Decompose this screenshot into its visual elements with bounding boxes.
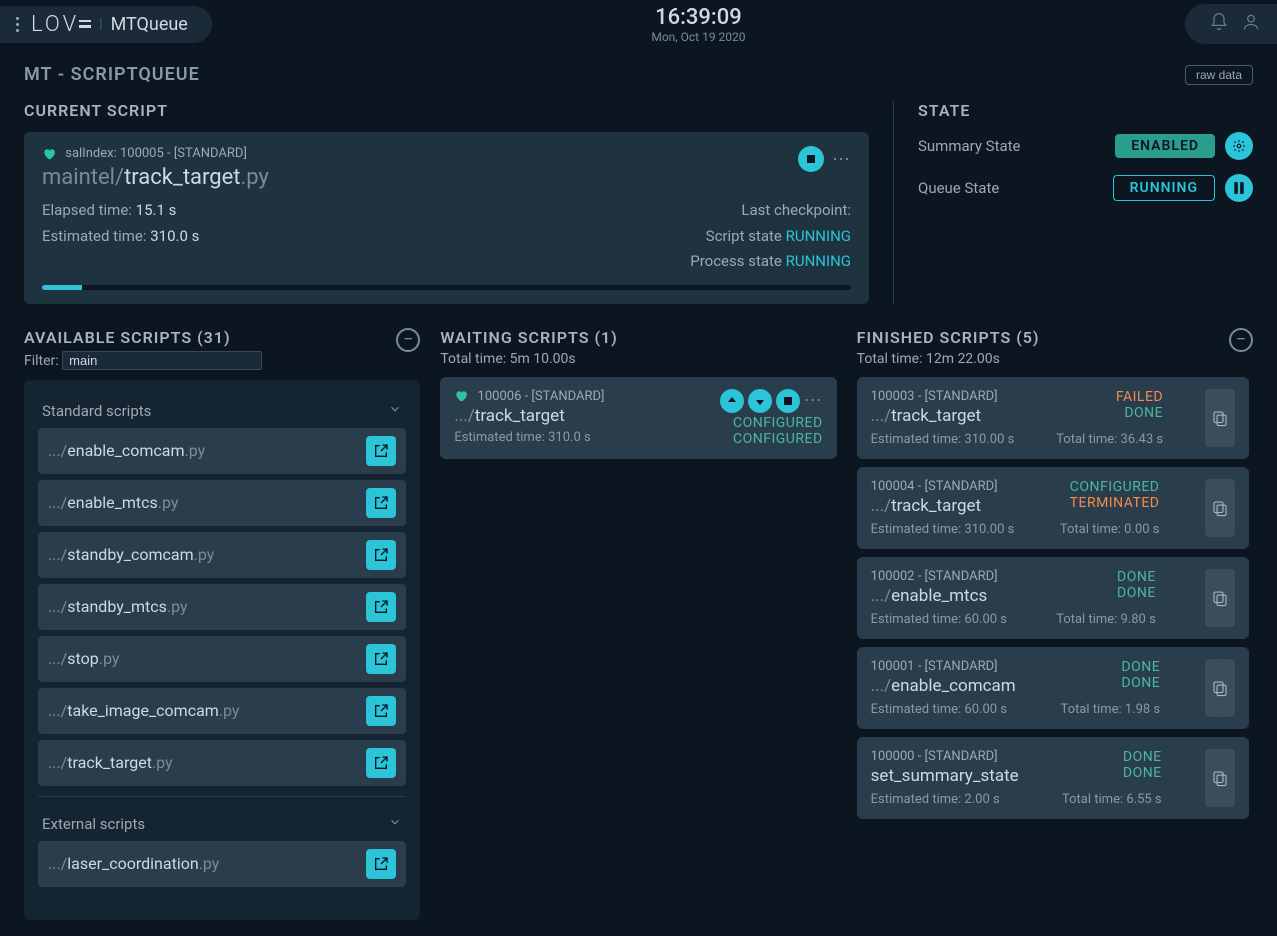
status-badge: DONE: [1056, 585, 1156, 601]
collapse-button[interactable]: −: [1229, 328, 1253, 352]
stop-button[interactable]: [776, 389, 800, 413]
topbar-right: [1185, 4, 1277, 44]
status-badge: DONE: [1062, 765, 1162, 781]
status-badge: CONFIGURED: [1060, 479, 1160, 495]
chevron-down-icon: [388, 402, 402, 420]
progress-bar: [42, 285, 851, 290]
collapse-button[interactable]: −: [396, 328, 420, 352]
bell-icon[interactable]: [1209, 12, 1229, 36]
script-row: .../take_image_comcam.py: [38, 688, 406, 734]
more-menu-icon[interactable]: ⋯: [804, 390, 823, 411]
last-checkpoint: Last checkpoint:: [690, 198, 851, 224]
clock: 16:39:09 Mon, Oct 19 2020: [651, 5, 745, 44]
status-badge: DONE: [1061, 659, 1161, 675]
state-title: STATE: [918, 101, 1253, 120]
requeue-button[interactable]: [1205, 479, 1235, 537]
elapsed-time: Elapsed time: 15.1 s: [42, 198, 199, 224]
queue-state-badge: RUNNING: [1113, 175, 1215, 201]
launch-button[interactable]: [366, 540, 396, 570]
raw-data-button[interactable]: raw data: [1185, 65, 1253, 85]
heart-icon: [42, 147, 56, 161]
script-row: .../laser_coordination.py: [38, 841, 406, 887]
product-name: MTQueue: [111, 14, 188, 35]
waiting-scripts-panel: WAITING SCRIPTS (1) Total time: 5m 10.00…: [440, 328, 836, 920]
logo-separator: |: [99, 16, 102, 32]
status-badge: TERMINATED: [1060, 495, 1160, 511]
launch-button[interactable]: [366, 696, 396, 726]
requeue-button[interactable]: [1205, 389, 1235, 447]
waiting-card: 100006 - [STANDARD] .../track_target Est…: [440, 377, 836, 459]
script-row: .../enable_comcam.py: [38, 428, 406, 474]
move-down-button[interactable]: [748, 389, 772, 413]
move-up-button[interactable]: [720, 389, 744, 413]
finished-scripts-panel: FINISHED SCRIPTS (5) Total time: 12m 22.…: [857, 328, 1253, 920]
gear-icon[interactable]: [1225, 132, 1253, 160]
script-row: .../stop.py: [38, 636, 406, 682]
script-row: .../track_target.py: [38, 740, 406, 786]
state-panel: STATE Summary State ENABLED Queue State …: [893, 101, 1253, 304]
process-state: Process state RUNNING: [690, 249, 851, 275]
waiting-total: Total time: 5m 10.00s: [440, 351, 617, 367]
requeue-button[interactable]: [1205, 569, 1235, 627]
current-script-panel: CURRENT SCRIPT salIndex: 100005 - [STAND…: [24, 101, 869, 304]
clock-date: Mon, Oct 19 2020: [651, 30, 745, 44]
launch-button[interactable]: [366, 849, 396, 879]
status-badge: DONE: [1056, 569, 1156, 585]
logo: LOV: [31, 12, 91, 37]
topbar: LOV | MTQueue 16:39:09 Mon, Oct 19 2020: [0, 0, 1277, 48]
page-title: MT - SCRIPTQUEUE: [24, 64, 200, 85]
launch-button[interactable]: [366, 592, 396, 622]
script-row: .../standby_comcam.py: [38, 532, 406, 578]
page-header: MT - SCRIPTQUEUE raw data: [24, 64, 1253, 85]
requeue-button[interactable]: [1205, 659, 1235, 717]
status-badge: DONE: [1062, 749, 1162, 765]
launch-button[interactable]: [366, 644, 396, 674]
script-row: .../standby_mtcs.py: [38, 584, 406, 630]
status-badge: FAILED: [1056, 389, 1163, 405]
finished-card: 100003 - [STANDARD] .../track_target Est…: [857, 377, 1249, 459]
topbar-left: LOV | MTQueue: [0, 6, 212, 43]
filter-row: Filter:: [24, 351, 262, 370]
current-script-name: maintel/track_target.py: [42, 165, 269, 190]
status-badge: CONFIGURED: [720, 415, 823, 431]
menu-dots-icon[interactable]: [16, 17, 19, 32]
finished-title: FINISHED SCRIPTS (5): [857, 328, 1040, 347]
stop-button[interactable]: [798, 146, 824, 172]
waiting-title: WAITING SCRIPTS (1): [440, 328, 617, 347]
available-scripts-panel: AVAILABLE SCRIPTS (31) Filter: − Standar…: [24, 328, 420, 920]
current-script-card: salIndex: 100005 - [STANDARD] maintel/tr…: [24, 132, 869, 304]
current-meta: salIndex: 100005 - [STANDARD]: [42, 146, 269, 161]
requeue-button[interactable]: [1205, 749, 1235, 807]
more-menu-icon[interactable]: ⋯: [832, 149, 851, 170]
filter-input[interactable]: [62, 351, 262, 370]
finished-card: 100002 - [STANDARD] .../enable_mtcs Esti…: [857, 557, 1249, 639]
launch-button[interactable]: [366, 748, 396, 778]
finished-card: 100004 - [STANDARD] .../track_target Est…: [857, 467, 1249, 549]
standard-scripts-group[interactable]: Standard scripts: [38, 394, 406, 428]
queue-state-row: Queue State RUNNING: [918, 174, 1253, 202]
current-script-title: CURRENT SCRIPT: [24, 101, 869, 120]
summary-state-badge: ENABLED: [1115, 134, 1215, 158]
clock-time: 16:39:09: [651, 5, 745, 30]
script-state: Script state RUNNING: [690, 224, 851, 250]
estimated-time: Estimated time: 310.0 s: [42, 224, 199, 250]
status-badge: DONE: [1056, 405, 1163, 421]
user-icon[interactable]: [1241, 12, 1261, 36]
available-title: AVAILABLE SCRIPTS (31): [24, 328, 262, 347]
launch-button[interactable]: [366, 488, 396, 518]
pause-icon[interactable]: [1225, 174, 1253, 202]
heart-icon: [454, 389, 468, 403]
launch-button[interactable]: [366, 436, 396, 466]
finished-card: 100001 - [STANDARD] .../enable_comcam Es…: [857, 647, 1249, 729]
summary-state-row: Summary State ENABLED: [918, 132, 1253, 160]
status-badge: DONE: [1061, 675, 1161, 691]
chevron-down-icon: [388, 815, 402, 833]
finished-total: Total time: 12m 22.00s: [857, 351, 1040, 367]
external-scripts-group[interactable]: External scripts: [38, 807, 406, 841]
script-row: .../enable_mtcs.py: [38, 480, 406, 526]
finished-card: 100000 - [STANDARD] set_summary_state Es…: [857, 737, 1249, 819]
status-badge: CONFIGURED: [720, 431, 823, 447]
